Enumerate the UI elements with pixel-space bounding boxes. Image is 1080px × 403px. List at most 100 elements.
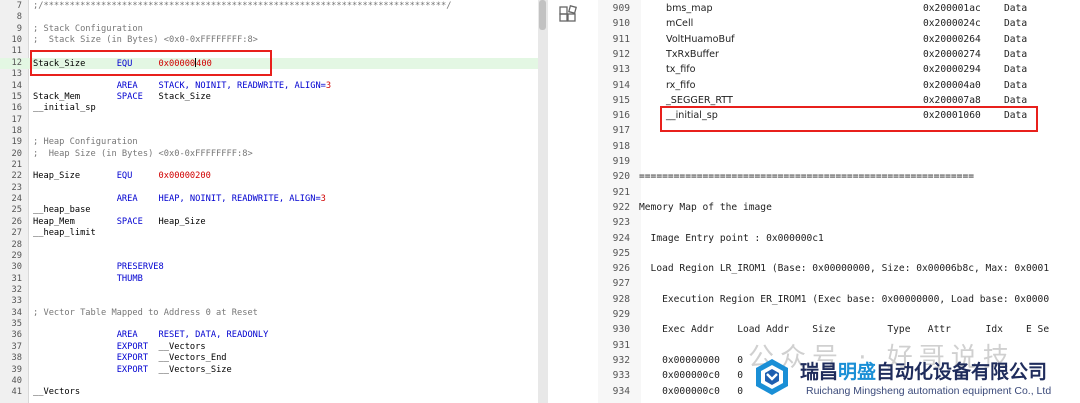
company-name-part: 自动化设备有限公司: [876, 361, 1048, 383]
code-text: AREA HEAP, NOINIT, READWRITE, ALIGN=3: [116, 194, 326, 205]
code-line: 34 ; Vector Table Mapped to Address 0 at …: [0, 308, 538, 319]
line-number: 925: [612, 247, 630, 259]
company-name-en: Ruichang Mingsheng automation equipment …: [806, 385, 1052, 397]
symbol-row: 913 tx_fifo 0x20000294 Data: [598, 62, 1080, 77]
code-text: Heap_Size EQU 0x00000200: [33, 171, 211, 182]
line-number: 39: [11, 364, 22, 375]
line-number: 916: [612, 110, 630, 122]
line-number: 934: [612, 385, 630, 397]
code-line: 24 AREA HEAP, NOINIT, READWRITE, ALIGN=3: [0, 194, 538, 205]
code-text: ; Heap Configuration: [33, 137, 138, 148]
code-line: 7 ;/*************************************…: [0, 1, 538, 12]
layout-tiles-icon[interactable]: [558, 5, 578, 25]
line-number: 921: [612, 186, 630, 198]
line-number: 911: [612, 33, 630, 45]
map-text-row: 926 Load Region LR_IROM1 (Base: 0x000000…: [598, 261, 1080, 276]
code-text: EXPORT __Vectors: [116, 341, 206, 352]
code-line: 31 THUMB: [0, 274, 538, 285]
line-number: 35: [11, 319, 22, 330]
map-text: Image Entry point : 0x000000c1: [639, 232, 824, 244]
map-text: 0x00000000 0: [639, 354, 743, 366]
vertical-scrollbar[interactable]: [538, 0, 548, 403]
line-number: 910: [612, 18, 630, 30]
code-line: 40: [0, 376, 538, 387]
code-text: __Vectors: [33, 387, 81, 398]
code-line: 17: [0, 115, 538, 126]
line-number: 927: [612, 278, 630, 290]
symbol-type: Data: [1004, 64, 1028, 76]
line-number: 22: [11, 171, 22, 182]
line-number: 12: [11, 57, 22, 68]
map-text: ========================================…: [639, 171, 975, 183]
line-number: 28: [11, 239, 22, 250]
line-number: 10: [11, 35, 22, 46]
symbol-row: 911 VoltHuamoBuf 0x20000264 Data: [598, 32, 1080, 47]
map-text-row: 929: [598, 307, 1080, 322]
line-number: 9: [16, 23, 22, 34]
code-line: 15 Stack_Mem SPACE Stack_Size: [0, 92, 538, 103]
line-number: 41: [11, 387, 22, 398]
line-number: 920: [612, 171, 630, 183]
code-line: 18: [0, 126, 538, 137]
line-number: 13: [11, 69, 22, 80]
line-number: 933: [612, 370, 630, 382]
symbol-name: rx_fifo: [666, 79, 696, 91]
code-text: AREA STACK, NOINIT, READWRITE, ALIGN=3: [116, 80, 332, 91]
company-logo-icon: [756, 359, 788, 395]
company-name-cn: 瑞昌明盛自动化设备有限公司: [800, 357, 1047, 384]
code-line: 22 Heap_Size EQU 0x00000200: [0, 171, 538, 182]
stack-config-editor[interactable]: 7 ;/*************************************…: [0, 0, 538, 403]
line-number: 29: [11, 250, 22, 261]
code-line: 8: [0, 12, 538, 23]
line-number: 912: [612, 48, 630, 60]
line-number: 914: [612, 79, 630, 91]
code-text: EXPORT __Vectors_End: [116, 353, 227, 364]
line-number: 924: [612, 232, 630, 244]
line-number: 16: [11, 103, 22, 114]
line-number: 24: [11, 194, 22, 205]
code-line: 29: [0, 251, 538, 262]
code-line: 19 ; Heap Configuration: [0, 137, 538, 148]
line-number: 917: [612, 125, 630, 137]
line-number: 923: [612, 217, 630, 229]
code-line: 37 EXPORT __Vectors: [0, 342, 538, 353]
line-number: 36: [11, 330, 22, 341]
line-number: 27: [11, 228, 22, 239]
code-line: 27 __heap_limit: [0, 228, 538, 239]
code-text: AREA RESET, DATA, READONLY: [116, 330, 269, 341]
symbol-type: Data: [1004, 18, 1028, 30]
code-line: 36 AREA RESET, DATA, READONLY: [0, 330, 538, 341]
symbol-address: 0x20000294: [923, 64, 981, 76]
code-text: Stack_Mem SPACE Stack_Size: [33, 91, 211, 102]
code-text: ;/**************************************…: [33, 1, 452, 11]
symbol-row: 912 TxRxBuffer 0x20000274 Data: [598, 47, 1080, 62]
code-line: 33: [0, 296, 538, 307]
code-text: ; Heap Size (in Bytes) <0x0-0xFFFFFFFF:8…: [33, 148, 253, 159]
line-number: 915: [612, 94, 630, 106]
code-line: 32: [0, 285, 538, 296]
scrollbar-thumb[interactable]: [539, 0, 546, 30]
symbol-row: 914 rx_fifo 0x200004a0 Data: [598, 78, 1080, 93]
line-number: 930: [612, 324, 630, 336]
symbol-type: Data: [1004, 3, 1028, 14]
code-line: 25 __heap_base: [0, 205, 538, 216]
line-number: 33: [11, 296, 22, 307]
map-text-row: 918: [598, 139, 1080, 154]
code-line: 23: [0, 183, 538, 194]
code-text: ; Stack Size (in Bytes) <0x0-0xFFFFFFFF:…: [33, 35, 258, 46]
symbol-type: Data: [1004, 48, 1028, 60]
code-text: __initial_sp: [33, 103, 96, 114]
line-number: 38: [11, 353, 22, 364]
map-text-row: 922 Memory Map of the image: [598, 200, 1080, 215]
code-line: 39 EXPORT __Vectors_Size: [0, 365, 538, 376]
line-number: 926: [612, 263, 630, 275]
code-line: 16 __initial_sp: [0, 103, 538, 114]
code-line: 14 AREA STACK, NOINIT, READWRITE, ALIGN=…: [0, 81, 538, 92]
symbol-name: tx_fifo: [666, 64, 696, 76]
line-number: 26: [11, 216, 22, 227]
map-text-row: 921: [598, 185, 1080, 200]
map-text: Memory Map of the image: [639, 201, 772, 213]
line-number: 929: [612, 309, 630, 320]
map-text-row: 920 =====================================…: [598, 169, 1080, 184]
symbol-row: 910 mCell 0x2000024c Data: [598, 16, 1080, 31]
